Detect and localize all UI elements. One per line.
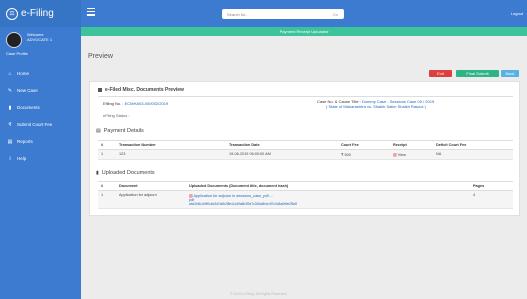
cell-transaction-date: 19-06-2019 06:00:00 AM	[226, 149, 338, 160]
divider	[98, 96, 513, 97]
card-title: e-Filed Misc. Documents Preview	[98, 87, 184, 93]
sidebar: ⚖ e-Filing Welcome ADVOCATE 1 Case Profi…	[0, 0, 81, 299]
sidebar-item-new-case[interactable]: ✎ New Case	[0, 82, 81, 99]
documents-icon: ▮	[8, 104, 12, 111]
sidebar-item-label: Home	[17, 71, 30, 76]
file-icon: ▮	[96, 170, 99, 176]
court-fee-icon: ₹	[8, 121, 12, 128]
cell-document: Application for adjourn	[116, 190, 186, 209]
user-profile: Welcome ADVOCATE 1 Case Profile	[0, 27, 81, 62]
username: ADVOCATE 1	[27, 37, 53, 42]
exit-button[interactable]: Exit	[429, 70, 452, 77]
efiling-no-label: Efiling No. :	[103, 101, 124, 106]
efiling-no-value: ECMHA03-000002/2019	[124, 101, 169, 106]
brand[interactable]: ⚖ e-Filing	[0, 0, 81, 27]
payment-title-text: Payment Details	[103, 128, 144, 134]
logout-link[interactable]: Logout	[511, 11, 523, 16]
column-header: Document	[116, 181, 186, 191]
scales-icon: ⚖	[6, 7, 18, 20]
success-banner: Payment Receipt Uploaded	[81, 27, 527, 36]
help-icon: i	[9, 155, 11, 162]
hamburger-menu-icon[interactable]	[87, 8, 95, 16]
column-header: #	[98, 140, 116, 150]
cell-deficit-fee: NA	[433, 149, 513, 160]
document-hash: a4d2e8c1b9f0c6e3d7a5b2f8e4c1d9a6b3f0e7c2…	[189, 202, 297, 206]
sidebar-item-label: Help	[17, 156, 27, 161]
table-row: 1 Application for adjourn ▧ Application …	[98, 190, 513, 209]
document-link[interactable]: Application for adjourn in sessions_case…	[193, 194, 272, 198]
case-parties: ( State of Maharashtra vs. Shaikh Salim …	[326, 104, 426, 109]
efiling-number: Efiling No. : ECMHA03-000002/2019	[103, 101, 168, 106]
column-header: Receipt	[390, 140, 433, 150]
column-header: Transaction Number	[116, 140, 226, 150]
avatar	[6, 32, 22, 48]
sidebar-item-label: Submit Court Fee	[17, 122, 53, 127]
card-title-text: e-Filed Misc. Documents Preview	[105, 87, 184, 93]
cell-receipt[interactable]: ▧ View	[390, 149, 433, 160]
column-header: #	[98, 181, 116, 191]
brand-name: e-Filing	[21, 8, 54, 19]
cell-transaction-number: 123	[116, 149, 226, 160]
sidebar-item-help[interactable]: i Help	[0, 150, 81, 167]
sidebar-item-home[interactable]: ⌂ Home	[0, 65, 81, 82]
efiling-status: eFiling Status :	[103, 113, 130, 118]
sidebar-menu: ⌂ Home ✎ New Case ▮ Documents ₹ Submit C…	[0, 65, 81, 167]
preview-card: e-Filed Misc. Documents Preview Efiling …	[89, 81, 520, 216]
sidebar-item-label: Reports	[17, 139, 33, 144]
table-row: 1 123 19-06-2019 06:00:00 AM ₹ 500 ▧ Vie…	[98, 149, 513, 160]
cell-uploaded-document: ▧ Application for adjourn in sessions_ca…	[186, 190, 470, 209]
final-submit-button[interactable]: Final Submit	[456, 70, 499, 77]
new-case-icon: ✎	[7, 87, 13, 94]
payment-details-heading: ▤ Payment Details	[96, 128, 144, 134]
sidebar-item-label: Documents	[17, 105, 40, 110]
back-button[interactable]: Back	[501, 70, 519, 77]
sidebar-item-documents[interactable]: ▮ Documents	[0, 99, 81, 116]
search-placeholder: Search for...	[227, 12, 249, 17]
case-parties-text: ( State of Maharashtra vs. Shaikh Salim …	[326, 104, 426, 109]
home-icon: ⌂	[8, 70, 12, 77]
sidebar-item-court-fee[interactable]: ₹ Submit Court Fee	[0, 116, 81, 133]
user-role: Case Profile	[6, 51, 28, 56]
column-header: Uploaded Documents (Document title, docu…	[186, 181, 470, 191]
footer: © 2019 e-Filing. All Rights Reserved.	[230, 292, 288, 296]
top-bar: Search for... Go Logout	[81, 0, 527, 27]
document-icon	[98, 88, 102, 92]
column-header: Deficit Court Fee	[433, 140, 513, 150]
sidebar-item-reports[interactable]: ▤ Reports	[0, 133, 81, 150]
view-receipt-link[interactable]: View	[398, 153, 406, 157]
page-title: Preview	[88, 53, 113, 60]
column-header: Court Fee	[338, 140, 390, 150]
money-icon: ▤	[96, 128, 101, 134]
cell-pages: 4	[470, 190, 513, 209]
cell-index: 1	[98, 149, 116, 160]
column-header: Pages	[470, 181, 513, 191]
column-header: Transaction Date	[226, 140, 338, 150]
uploaded-documents-heading: ▮ Uploaded Documents	[96, 170, 155, 176]
docs-title-text: Uploaded Documents	[101, 170, 155, 176]
search-input[interactable]: Search for... Go	[222, 9, 344, 19]
cell-index: 1	[98, 190, 116, 209]
search-go-button[interactable]: Go	[333, 12, 338, 17]
documents-table: # Document Uploaded Documents (Document …	[98, 181, 513, 209]
sidebar-item-label: New Case	[17, 88, 38, 93]
reports-icon: ▤	[7, 138, 13, 145]
cell-court-fee: ₹ 500	[338, 149, 390, 160]
payment-table: # Transaction Number Transaction Date Co…	[98, 140, 513, 160]
